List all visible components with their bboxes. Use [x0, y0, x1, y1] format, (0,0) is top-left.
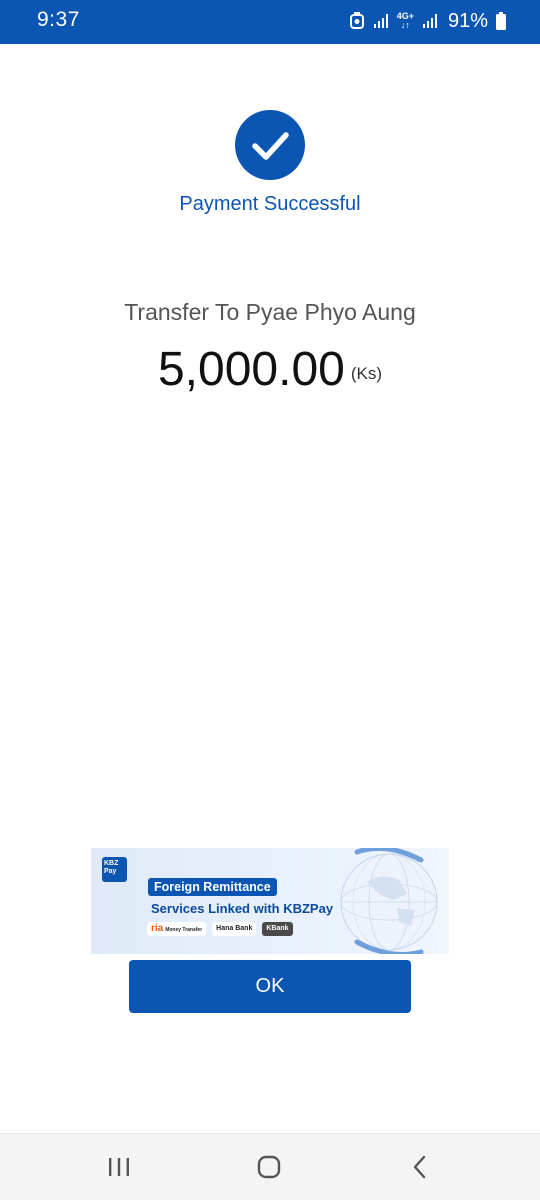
banner-subline: Services Linked with KBZPay [151, 901, 334, 916]
hana-bank-logo: Hana Bank [212, 922, 257, 936]
alarm-icon [349, 12, 364, 29]
kbank-logo: KBank [262, 922, 293, 936]
amount-value: 5,000.00 [157, 343, 345, 396]
ok-button[interactable]: OK [129, 960, 411, 1013]
success-check-icon [235, 110, 305, 180]
payment-status-title: Payment Successful [179, 193, 361, 215]
kbzpay-logo-bottom: Pay [104, 868, 117, 875]
home-icon[interactable] [254, 1152, 284, 1182]
banner-headline: Foreign Remittance [148, 878, 277, 896]
data-arrows-icon: ↓↑ [400, 20, 410, 30]
partner-logos: ria Money Transfer Hana Bank KBank [147, 922, 293, 936]
amount-row: 5,000.00 (Ks) [0, 342, 540, 397]
status-bar: 9:37 4G+ ↓↑ 91% [0, 0, 540, 44]
status-time: 9:37 [37, 8, 80, 31]
amount-currency: (Ks) [350, 364, 382, 383]
recent-apps-icon[interactable] [104, 1152, 134, 1182]
signal-icon-2 [422, 14, 437, 28]
system-nav-bar [0, 1133, 540, 1200]
kbzpay-logo: KBZ Pay [102, 857, 127, 882]
battery-icon [496, 12, 506, 30]
ria-logo-caption: Money Transfer [165, 927, 203, 933]
status-icons: 4G+ ↓↑ 91% [349, 6, 506, 36]
globe-graphic [340, 848, 438, 954]
signal-icon [373, 14, 388, 28]
transfer-recipient-text: Transfer To Pyae Phyo Aung [124, 299, 416, 325]
promo-banner[interactable]: KBZ Pay Foreign Remittance Services Link… [91, 848, 449, 954]
ria-logo: ria Money Transfer [147, 922, 207, 936]
kbzpay-logo-top: KBZ [104, 860, 119, 867]
network-type-icon: 4G+ ↓↑ [397, 12, 414, 30]
back-icon[interactable] [405, 1152, 435, 1182]
battery-percentage: 91% [447, 9, 488, 32]
ria-logo-text: ria [151, 923, 164, 934]
